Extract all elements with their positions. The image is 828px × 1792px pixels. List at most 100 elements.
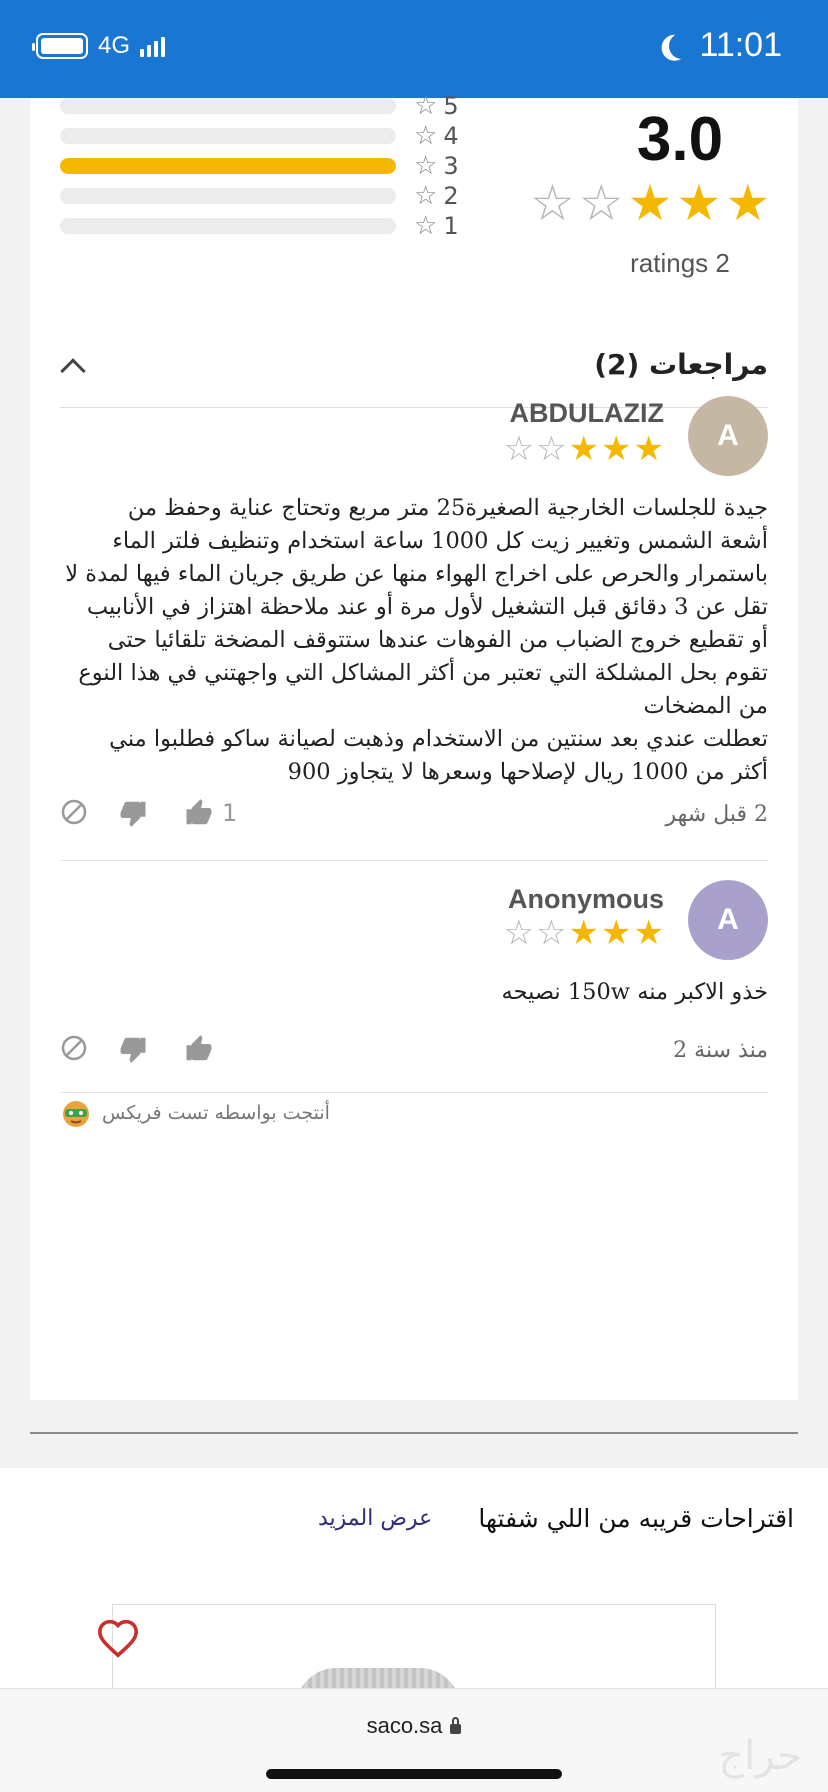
thumbs-down-icon — [120, 1037, 146, 1063]
review-text: خذو الاكبر منه 150w نصيحه — [60, 976, 768, 1009]
histogram-row-2: ☆ 2 — [60, 181, 459, 211]
report-button[interactable] — [60, 1034, 88, 1062]
star-outline-icon: ☆ — [414, 181, 438, 211]
star-filled-icon: ★ — [627, 174, 673, 232]
chevron-up-icon[interactable] — [60, 358, 86, 384]
histogram-bar — [60, 218, 396, 234]
review-line: تقل عن 3 دقائق قبل التشغيل لأول مرة أو ع… — [86, 594, 768, 620]
star-filled-icon: ★ — [568, 913, 600, 953]
avatar: A — [688, 880, 768, 960]
screen: 4G 11:01 ☆ 5 ☆ 4 ☆ 3 ☆ 2 ☆ 1 3.0 ☆ ☆ ★ ★ ★ ratings 2 … — [0, 0, 828, 1792]
review-line: تقوم بحل المشلكة التي تعتبر من أكثر المش… — [78, 660, 768, 686]
clock: 11:01 — [699, 26, 782, 64]
dislike-button[interactable] — [118, 1034, 148, 1064]
histogram-bar-fill — [60, 158, 396, 174]
review-line: تعطلت عندي بعد سنتين من الاستخدام وذهبت … — [109, 726, 768, 752]
histogram-label: ☆ 2 — [414, 181, 459, 211]
histogram-row-4: ☆ 4 — [60, 121, 459, 151]
histogram-star-count: 2 — [443, 182, 459, 210]
browser-bar: saco.sa حراج — [0, 1688, 828, 1792]
star-outline-icon: ☆ — [414, 91, 438, 121]
heart-icon[interactable] — [96, 1618, 140, 1658]
star-empty-icon: ☆ — [578, 174, 624, 232]
home-indicator[interactable] — [266, 1769, 562, 1779]
star-empty-icon: ☆ — [530, 174, 575, 232]
star-filled-icon: ★ — [633, 913, 664, 953]
report-icon — [61, 1035, 87, 1061]
review-author: Anonymous — [507, 884, 664, 914]
histogram-bar — [60, 158, 396, 174]
star-filled-icon: ★ — [633, 429, 664, 469]
star-empty-icon: ☆ — [536, 429, 567, 469]
review-line: باستمرار والحرص على اخراج الهواء منها عن… — [65, 561, 768, 587]
histogram-bar — [60, 128, 396, 144]
testfreaks-logo-icon — [63, 1101, 89, 1127]
section-divider — [30, 1432, 798, 1434]
histogram-label: ☆ 5 — [414, 91, 459, 121]
star-empty-icon: ☆ — [536, 913, 567, 953]
star-filled-icon: ★ — [676, 174, 722, 232]
star-empty-icon: ☆ — [503, 913, 535, 953]
review-line: أو تقطيع خروج الضباب من الفوهات عندها ست… — [107, 627, 768, 653]
report-button[interactable] — [60, 798, 88, 826]
average-rating-value: 3.0 — [636, 105, 724, 174]
average-rating: 3.0 — [550, 104, 810, 175]
review-footer: 2 قبل شهر 1 — [60, 794, 768, 844]
review-line: أكثر من 1000 ريال لإصلاحها وسعرها لا يتج… — [287, 759, 768, 785]
star-empty-icon: ☆ — [503, 429, 535, 469]
review-stars: ☆ ☆ ★ ★ ★ — [504, 916, 664, 950]
review-author: ABDULAZIZ — [509, 398, 664, 428]
reviews-card: ☆ 5 ☆ 4 ☆ 3 ☆ 2 ☆ 1 3.0 ☆ ☆ ★ ★ ★ ratings 2 مراجعات (… — [30, 91, 798, 1400]
network-label: 4G — [98, 32, 131, 59]
star-outline-icon: ☆ — [414, 121, 438, 151]
thumbs-up-icon — [186, 1035, 212, 1061]
thumbs-down-icon — [120, 801, 146, 827]
moon-icon — [667, 30, 697, 60]
histogram-star-count: 5 — [443, 92, 459, 120]
watermark: حراج — [718, 1733, 802, 1779]
histogram-row-3: ☆ 3 — [60, 151, 459, 181]
review-line: أشعة الشمس وتغيير زيت كل 1000 ساعة استخد… — [112, 528, 768, 554]
dislike-button[interactable] — [118, 798, 148, 828]
avatar-letter: A — [717, 903, 739, 936]
review-separator — [60, 860, 768, 861]
powered-by: أنتجت بواسطه تست فريكس — [60, 1098, 330, 1128]
star-filled-icon: ★ — [568, 429, 600, 469]
avatar-letter: A — [717, 419, 739, 452]
star-filled-icon: ★ — [601, 913, 632, 953]
avatar: A — [688, 396, 768, 476]
histogram-star-count: 4 — [443, 122, 459, 150]
histogram-star-count: 3 — [443, 152, 459, 180]
url-bar[interactable]: saco.sa — [0, 1713, 828, 1739]
star-outline-icon: ☆ — [414, 211, 438, 241]
status-right: 11:01 — [663, 26, 782, 65]
review-separator — [60, 1092, 768, 1093]
url-text: saco.sa — [366, 1713, 443, 1738]
review-stars: ☆ ☆ ★ ★ ★ — [504, 432, 664, 466]
report-icon — [61, 799, 87, 825]
like-count: 1 — [222, 799, 238, 827]
review-line: خذو الاكبر منه 150w نصيحه — [501, 979, 768, 1005]
reviews-title: مراجعات (2) — [594, 348, 768, 381]
like-button[interactable]: 1 — [184, 798, 237, 828]
star-filled-icon: ★ — [725, 174, 771, 232]
histogram-label: ☆ 1 — [414, 211, 459, 241]
histogram-label: ☆ 3 — [414, 151, 459, 181]
histogram-bar — [60, 98, 396, 114]
show-more-link[interactable]: عرض المزيد — [318, 1506, 432, 1531]
battery-icon — [32, 33, 88, 59]
histogram-row-1: ☆ 1 — [60, 211, 459, 241]
suggestions-title: اقتراحات قريبه من اللي شفتها — [478, 1504, 794, 1533]
review-line: من المضخات — [643, 693, 768, 719]
histogram-label: ☆ 4 — [414, 121, 459, 151]
review-date: 2 قبل شهر — [665, 802, 768, 827]
histogram-row-5: ☆ 5 — [60, 91, 459, 121]
review-date: منذ سنة 2 — [673, 1038, 768, 1063]
star-filled-icon: ★ — [601, 429, 632, 469]
status-left: 4G — [32, 32, 166, 60]
like-button[interactable] — [184, 1034, 222, 1064]
review-line: جيدة للجلسات الخارجية الصغيرة25 متر مربع… — [127, 495, 768, 521]
signal-icon — [140, 35, 166, 57]
thumbs-up-icon — [186, 799, 212, 825]
histogram-bar — [60, 188, 396, 204]
